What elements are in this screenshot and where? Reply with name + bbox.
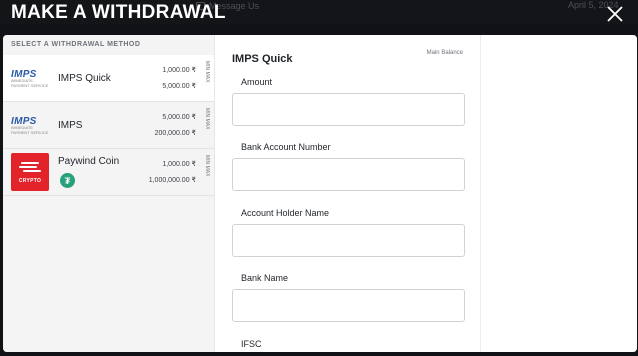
crypto-logo: CRYPTO: [11, 153, 49, 191]
form-title: IMPS Quick: [232, 53, 293, 65]
method-max-value: 200,000.00 ₹: [154, 130, 196, 137]
method-min-value: 5,000.00 ₹: [162, 114, 196, 121]
bank-account-number-input[interactable]: [232, 158, 465, 191]
form-side-panel: [481, 35, 637, 352]
withdrawal-form: IMPS Quick Main Balance Amount Bank Acco…: [215, 35, 481, 352]
method-imps[interactable]: IMPS IMMEDIATE PAYMENT SERVICE IMPS 5,00…: [3, 102, 214, 149]
method-name: IMPS Quick: [58, 72, 111, 84]
main-balance-label: Main Balance: [426, 50, 463, 56]
method-list-title: SELECT A WITHDRAWAL METHOD: [11, 41, 141, 48]
bank-name-label: Bank Name: [241, 273, 289, 283]
method-max-value: 5,000.00 ₹: [162, 83, 196, 90]
amount-label: Amount: [241, 77, 273, 87]
page-title: MAKE A WITHDRAWAL: [11, 2, 226, 23]
imps-logo: IMPS IMMEDIATE PAYMENT SERVICE: [11, 68, 49, 88]
method-limits: 1,000.00 ₹ 1,000,000.00 ₹: [149, 157, 196, 189]
method-min-value: 1,000.00 ₹: [162, 161, 196, 168]
tether-icon: ₮: [60, 173, 75, 188]
method-max-value: 1,000,000.00 ₹: [148, 177, 196, 184]
close-button[interactable]: [599, 0, 631, 28]
withdrawal-modal: SELECT A WITHDRAWAL METHOD IMPS IMMEDIAT…: [3, 35, 637, 352]
amount-input[interactable]: [232, 93, 465, 126]
min-max-labels: MIN MAX: [204, 108, 210, 130]
min-max-labels: MIN MAX: [204, 61, 210, 83]
account-holder-name-label: Account Holder Name: [241, 208, 330, 218]
min-max-labels: MIN MAX: [204, 155, 210, 177]
method-name: IMPS: [58, 119, 83, 131]
method-paywind-coin[interactable]: CRYPTO Paywind Coin ₮ 1,000.00 ₹ 1,000,0…: [3, 149, 214, 196]
method-imps-quick[interactable]: IMPS IMMEDIATE PAYMENT SERVICE IMPS Quic…: [3, 55, 214, 102]
account-holder-name-input[interactable]: [232, 224, 465, 257]
bank-name-input[interactable]: [232, 289, 465, 322]
bank-account-number-label: Bank Account Number: [241, 142, 331, 152]
crypto-stripes-icon: [19, 162, 41, 172]
ifsc-label: IFSC: [241, 339, 262, 349]
method-limits: 5,000.00 ₹ 200,000.00 ₹: [155, 110, 196, 142]
method-min-value: 1,000.00 ₹: [162, 67, 196, 74]
method-name: Paywind Coin: [58, 156, 120, 167]
withdrawal-method-list: SELECT A WITHDRAWAL METHOD IMPS IMMEDIAT…: [3, 35, 215, 352]
close-icon: [607, 6, 623, 22]
imps-logo: IMPS IMMEDIATE PAYMENT SERVICE: [11, 115, 49, 135]
method-limits: 1,000.00 ₹ 5,000.00 ₹: [162, 63, 196, 95]
